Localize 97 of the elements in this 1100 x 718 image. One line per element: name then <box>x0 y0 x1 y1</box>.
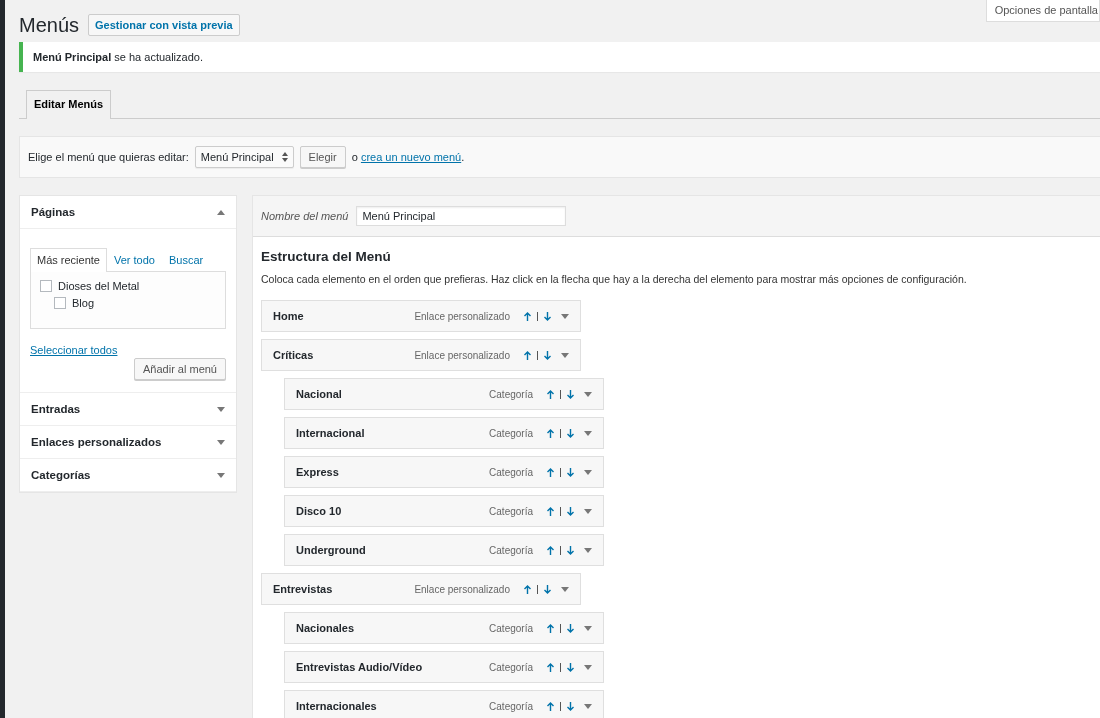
menu-item-type: Categoría <box>489 388 533 400</box>
menu-item[interactable]: Express Categoría <box>284 456 604 488</box>
menu-item-type: Enlace personalizado <box>414 349 510 361</box>
menu-item-title: Express <box>296 466 340 478</box>
menu-item[interactable]: Home Enlace personalizado <box>261 300 581 332</box>
dropdown-arrow-icon[interactable] <box>584 508 592 514</box>
dropdown-arrow-icon[interactable] <box>584 625 592 631</box>
accordion-header[interactable]: Páginas <box>20 196 236 229</box>
tab[interactable]: Editar Menús <box>26 90 112 119</box>
accordion-header[interactable]: Categorías <box>20 459 236 492</box>
page-title: Menús <box>19 13 80 37</box>
dropdown-arrow-icon[interactable] <box>584 703 592 709</box>
dropdown-arrow-icon[interactable] <box>561 313 569 319</box>
menu-item-title: Entrevistas Audio/Vídeo <box>296 661 424 673</box>
menu-name-field[interactable]: Menú Principal <box>356 206 567 226</box>
accordion-header[interactable]: Entradas <box>20 393 236 426</box>
dropdown-arrow-icon[interactable] <box>584 664 592 670</box>
menu-item[interactable]: Disco 10 Categoría <box>284 495 604 527</box>
menu-select[interactable]: Menú Principal <box>194 146 294 168</box>
dropdown-arrow-icon[interactable] <box>584 391 592 397</box>
dropdown-arrow-icon[interactable] <box>561 586 569 592</box>
collapse-icon[interactable] <box>217 209 225 215</box>
arrow-up-icon[interactable] <box>524 311 531 321</box>
dropdown-arrow-icon[interactable] <box>584 547 592 553</box>
menu-item[interactable]: Nacionales Categoría <box>284 612 604 644</box>
menu-item-type: Categoría <box>489 622 533 634</box>
arrow-down-icon[interactable] <box>544 311 551 321</box>
panel-tab[interactable]: Más reciente <box>30 248 107 272</box>
expand-icon[interactable] <box>217 406 225 412</box>
menu-structure-description: Coloca cada elemento en el orden que prefieras. Haz click en la flecha que hay a la derecha del elemento para mostrar más opciones de configuración. <box>261 273 968 285</box>
menu-item-type: Categoría <box>489 661 533 673</box>
checkbox[interactable] <box>40 280 52 292</box>
menu-item-type: Categoría <box>489 466 533 478</box>
menu-item[interactable]: Críticas Enlace personalizado <box>261 339 581 371</box>
arrow-down-icon[interactable] <box>567 428 574 438</box>
menu-item-type: Enlace personalizado <box>414 583 510 595</box>
panel-tab[interactable]: Ver todo <box>107 248 162 271</box>
arrow-up-icon[interactable] <box>524 350 531 360</box>
checkbox-label: Dioses del Metal <box>58 280 140 292</box>
checkbox-label: Blog <box>72 297 95 309</box>
accordion-header[interactable]: Enlaces personalizados <box>20 426 236 459</box>
arrow-down-icon[interactable] <box>544 584 551 594</box>
menu-item-title: Home <box>273 310 305 322</box>
arrow-up-icon[interactable] <box>547 428 554 438</box>
dropdown-arrow-icon[interactable] <box>584 430 592 436</box>
arrow-down-icon[interactable] <box>567 662 574 672</box>
menu-item-type: Enlace personalizado <box>414 310 510 322</box>
menu-item-type: Categoría <box>489 544 533 556</box>
arrow-down-icon[interactable] <box>567 545 574 555</box>
create-menu-text: o crea un nuevo menú. <box>351 151 465 163</box>
menu-structure-heading: Estructura del Menú <box>261 249 392 264</box>
arrow-down-icon[interactable] <box>567 701 574 711</box>
dropdown-arrow-icon[interactable] <box>584 469 592 475</box>
menu-select-label: Elige el menú que quieras editar: <box>28 151 189 163</box>
menu-item[interactable]: Internacional Categoría <box>284 417 604 449</box>
arrow-up-icon[interactable] <box>547 701 554 711</box>
menu-item[interactable]: Entrevistas Enlace personalizado <box>261 573 581 605</box>
arrow-down-icon[interactable] <box>544 350 551 360</box>
menu-item-title: Internacional <box>296 427 366 439</box>
arrow-up-icon[interactable] <box>547 545 554 555</box>
expand-icon[interactable] <box>217 439 225 445</box>
arrow-down-icon[interactable] <box>567 623 574 633</box>
arrow-up-icon[interactable] <box>547 506 554 516</box>
arrow-up-icon[interactable] <box>524 584 531 594</box>
preview-button[interactable]: Gestionar con vista previa <box>88 14 240 36</box>
arrow-up-icon[interactable] <box>547 389 554 399</box>
arrow-up-icon[interactable] <box>547 467 554 477</box>
menu-name-label: Nombre del menú <box>261 210 349 222</box>
menu-item-title: Nacional <box>296 388 343 400</box>
choose-button[interactable]: Elegir <box>299 146 346 168</box>
menu-item-title: Disco 10 <box>296 505 343 517</box>
menu-item-type: Categoría <box>489 427 533 439</box>
menu-item-type: Categoría <box>489 700 533 712</box>
menu-item-title: Entrevistas <box>273 583 334 595</box>
menu-item[interactable]: Underground Categoría <box>284 534 604 566</box>
add-to-menu-button[interactable]: Añadir al menú <box>134 358 226 380</box>
expand-icon[interactable] <box>217 472 225 478</box>
arrow-down-icon[interactable] <box>567 506 574 516</box>
menu-item-title: Internacionales <box>296 700 378 712</box>
arrow-up-icon[interactable] <box>547 662 554 672</box>
menu-item[interactable]: Entrevistas Audio/Vídeo Categoría <box>284 651 604 683</box>
arrow-down-icon[interactable] <box>567 389 574 399</box>
arrow-down-icon[interactable] <box>567 467 574 477</box>
panel-tab[interactable]: Buscar <box>161 248 211 271</box>
select-all-link[interactable]: Seleccionar todos <box>30 344 226 356</box>
dropdown-arrow-icon[interactable] <box>561 352 569 358</box>
checkbox[interactable] <box>54 297 66 309</box>
screen-options-tab[interactable]: Opciones de pantalla <box>985 0 1100 22</box>
menu-item-title: Underground <box>296 544 367 556</box>
update-notice: Menú Principal se ha actualizado. <box>19 42 1100 72</box>
menu-item[interactable]: Internacionales Categoría <box>284 690 604 718</box>
select-arrows-icon <box>281 152 288 162</box>
menu-item-title: Nacionales <box>296 622 356 634</box>
menu-item[interactable]: Nacional Categoría <box>284 378 604 410</box>
arrow-up-icon[interactable] <box>547 623 554 633</box>
menu-item-type: Categoría <box>489 505 533 517</box>
menu-item-title: Críticas <box>273 349 315 361</box>
